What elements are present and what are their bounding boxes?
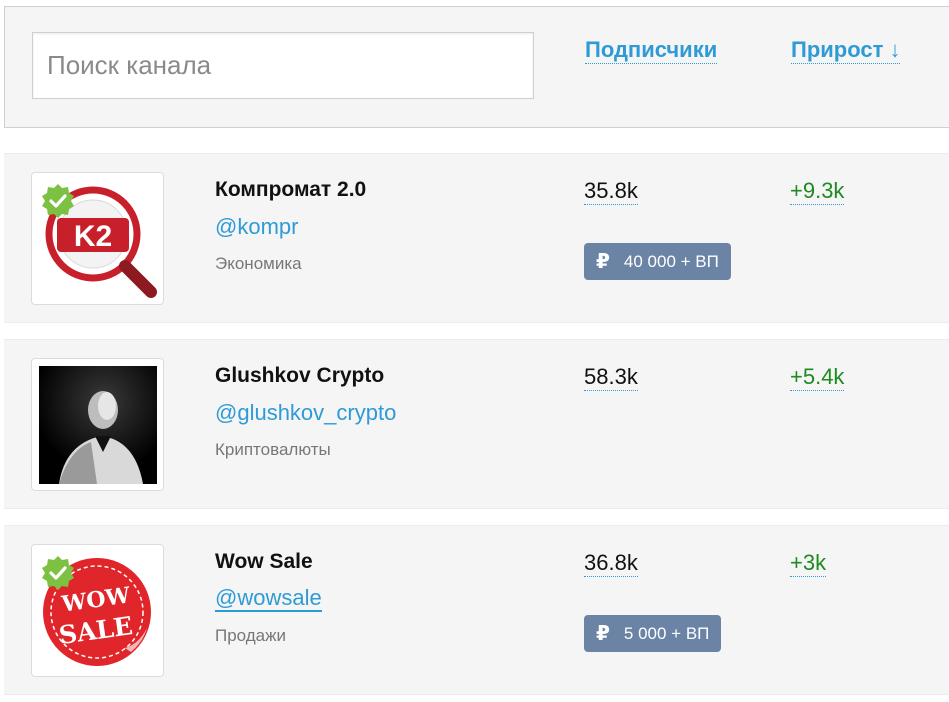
sort-by-growth-link[interactable]: Прирост ↓ <box>791 37 901 64</box>
portrait-photo <box>38 365 157 484</box>
ad-price-label: 5 000 + ВП <box>623 623 710 643</box>
channel-handle-link[interactable]: @wowsale <box>215 586 322 612</box>
channel-handle-link[interactable]: @kompr <box>215 214 298 240</box>
growth-count[interactable]: +5.4k <box>790 364 845 391</box>
channel-category: Экономика <box>215 254 302 273</box>
channel-search-input[interactable] <box>32 32 534 99</box>
ad-price-label: 40 000 + ВП <box>623 251 719 271</box>
growth-count[interactable]: +3k <box>790 550 827 577</box>
ruble-icon: ₽ <box>596 251 610 273</box>
verified-badge-icon <box>42 556 74 590</box>
growth-count[interactable]: +9.3k <box>790 178 845 205</box>
channel-row[interactable]: K2 Компромат 2.0 @kompr Экономика 35.8k … <box>4 153 949 323</box>
channel-avatar[interactable]: K2 <box>31 172 164 305</box>
verified-badge-icon <box>42 184 74 218</box>
channel-category: Продажи <box>215 626 286 645</box>
channel-name[interactable]: Компромат 2.0 <box>215 178 366 202</box>
ad-price-button[interactable]: ₽ 40 000 + ВП <box>584 243 731 280</box>
svg-text:K2: K2 <box>73 220 111 253</box>
subscribers-count[interactable]: 58.3k <box>584 364 638 391</box>
channel-name[interactable]: Glushkov Crypto <box>215 364 384 388</box>
channel-avatar[interactable] <box>31 358 164 491</box>
channel-row[interactable]: Glushkov Crypto @glushkov_crypto Криптов… <box>4 339 949 509</box>
ruble-icon: ₽ <box>596 623 610 645</box>
ad-price-button[interactable]: ₽ 5 000 + ВП <box>584 615 722 652</box>
channel-row[interactable]: WOW SALE Wow Sale @wowsale Продажи 36.8k… <box>4 525 949 695</box>
channel-name[interactable]: Wow Sale <box>215 550 313 574</box>
subscribers-count[interactable]: 36.8k <box>584 550 638 577</box>
channel-handle-link[interactable]: @glushkov_crypto <box>215 400 396 426</box>
subscribers-count[interactable]: 35.8k <box>584 178 638 205</box>
channel-avatar[interactable]: WOW SALE <box>31 544 164 677</box>
channel-list-header: Подписчики Прирост ↓ <box>4 6 949 128</box>
channel-category: Криптовалюты <box>215 440 331 459</box>
sort-by-subscribers-link[interactable]: Подписчики <box>585 37 718 64</box>
